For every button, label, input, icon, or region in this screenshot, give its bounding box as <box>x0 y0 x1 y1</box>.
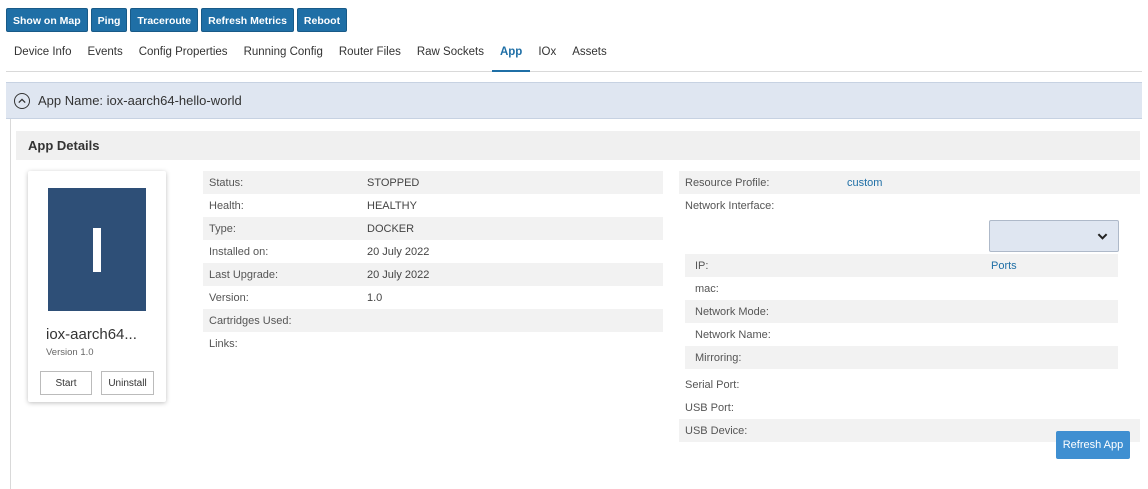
info-label: Status: <box>209 176 244 189</box>
info-row-type: Type: DOCKER <box>203 217 663 240</box>
network-details: IP: Ports mac: Network Mode: Network Nam… <box>685 254 1118 369</box>
mac-label: mac: <box>695 282 719 295</box>
info-value: 20 July 2022 <box>367 268 430 281</box>
app-name: App Name: iox-aarch64-hello-world <box>38 93 242 108</box>
ping-button[interactable]: Ping <box>90 8 128 32</box>
network-mode-label: Network Mode: <box>695 305 769 318</box>
start-button[interactable]: Start <box>40 371 92 395</box>
show-on-map-button[interactable]: Show on Map <box>6 8 88 32</box>
tab-assets[interactable]: Assets <box>564 40 615 72</box>
network-mode-row: Network Mode: <box>685 300 1118 323</box>
resource-profile-link[interactable]: custom <box>847 177 882 189</box>
refresh-metrics-button[interactable]: Refresh Metrics <box>201 8 294 32</box>
usb-port-row: USB Port: <box>679 396 1140 419</box>
tab-bar: Device Info Events Config Properties Run… <box>6 40 1142 72</box>
info-label: Cartridges Used: <box>209 314 292 327</box>
info-label: Last Upgrade: <box>209 268 279 281</box>
usb-device-label: USB Device: <box>685 424 748 437</box>
info-label: Version: <box>209 291 249 304</box>
tab-events[interactable]: Events <box>80 40 131 72</box>
info-row-version: Version: 1.0 <box>203 286 663 309</box>
serial-port-row: Serial Port: <box>679 373 1140 396</box>
chevron-up-icon[interactable] <box>14 92 30 109</box>
tab-app[interactable]: App <box>491 40 531 72</box>
info-label: Installed on: <box>209 245 269 258</box>
info-value: STOPPED <box>367 176 420 189</box>
uninstall-button[interactable]: Uninstall <box>101 371 154 395</box>
info-value: DOCKER <box>367 222 415 235</box>
resource-panel: Resource Profile: custom Network Interfa… <box>679 171 1140 442</box>
tab-raw-sockets[interactable]: Raw Sockets <box>409 40 492 72</box>
info-row-links: Links: <box>203 332 663 355</box>
tab-router-files[interactable]: Router Files <box>331 40 409 72</box>
info-value: HEALTHY <box>367 199 417 212</box>
chevron-down-icon <box>1097 233 1108 240</box>
refresh-app-button[interactable]: Refresh App <box>1056 431 1130 459</box>
resource-profile-label: Resource Profile: <box>685 176 770 189</box>
resource-profile-row: Resource Profile: custom <box>679 171 1140 194</box>
app-card-title: iox-aarch64... <box>46 326 137 343</box>
mirroring-row: Mirroring: <box>685 346 1118 369</box>
info-row-cartridges-used: Cartridges Used: <box>203 309 663 332</box>
tab-device-info[interactable]: Device Info <box>6 40 80 72</box>
info-row-health: Health: HEALTHY <box>203 194 663 217</box>
serial-port-label: Serial Port: <box>685 378 740 391</box>
ports-link[interactable]: Ports <box>991 260 1017 272</box>
info-label: Health: <box>209 199 244 212</box>
info-row-last-upgrade: Last Upgrade: 20 July 2022 <box>203 263 663 286</box>
ip-row: IP: Ports <box>685 254 1118 277</box>
reboot-button[interactable]: Reboot <box>296 8 348 32</box>
info-value: 20 July 2022 <box>367 245 430 258</box>
info-label: Links: <box>209 337 238 350</box>
traceroute-button[interactable]: Traceroute <box>130 8 199 32</box>
ip-label: IP: <box>695 259 709 272</box>
app-tile-icon <box>48 188 146 311</box>
network-interface-label: Network Interface: <box>685 200 775 212</box>
info-row-installed-on: Installed on: 20 July 2022 <box>203 240 663 263</box>
app-info-table: Status: STOPPED Health: HEALTHY Type: DO… <box>203 171 663 355</box>
network-interface-block: Network Interface: <box>679 194 1140 254</box>
info-value: 1.0 <box>367 291 383 304</box>
app-details-header: App Details <box>16 131 1140 160</box>
toolbar: Show on Map Ping Traceroute Refresh Metr… <box>6 8 348 32</box>
mac-row: mac: <box>685 277 1118 300</box>
tab-config-properties[interactable]: Config Properties <box>131 40 236 72</box>
info-label: Type: <box>209 222 236 235</box>
app-card-version: Version 1.0 <box>46 347 94 358</box>
mirroring-label: Mirroring: <box>695 351 742 364</box>
tab-running-config[interactable]: Running Config <box>236 40 331 72</box>
app-card: iox-aarch64... Version 1.0 Start Uninsta… <box>28 171 166 402</box>
network-name-label: Network Name: <box>695 328 771 341</box>
usb-port-label: USB Port: <box>685 401 734 414</box>
info-row-status: Status: STOPPED <box>203 171 663 194</box>
app-name-bar: App Name: iox-aarch64-hello-world <box>6 82 1142 119</box>
network-interface-select[interactable] <box>989 220 1119 252</box>
app-tile-letter <box>93 227 101 272</box>
network-name-row: Network Name: <box>685 323 1118 346</box>
tab-iox[interactable]: IOx <box>530 40 564 72</box>
